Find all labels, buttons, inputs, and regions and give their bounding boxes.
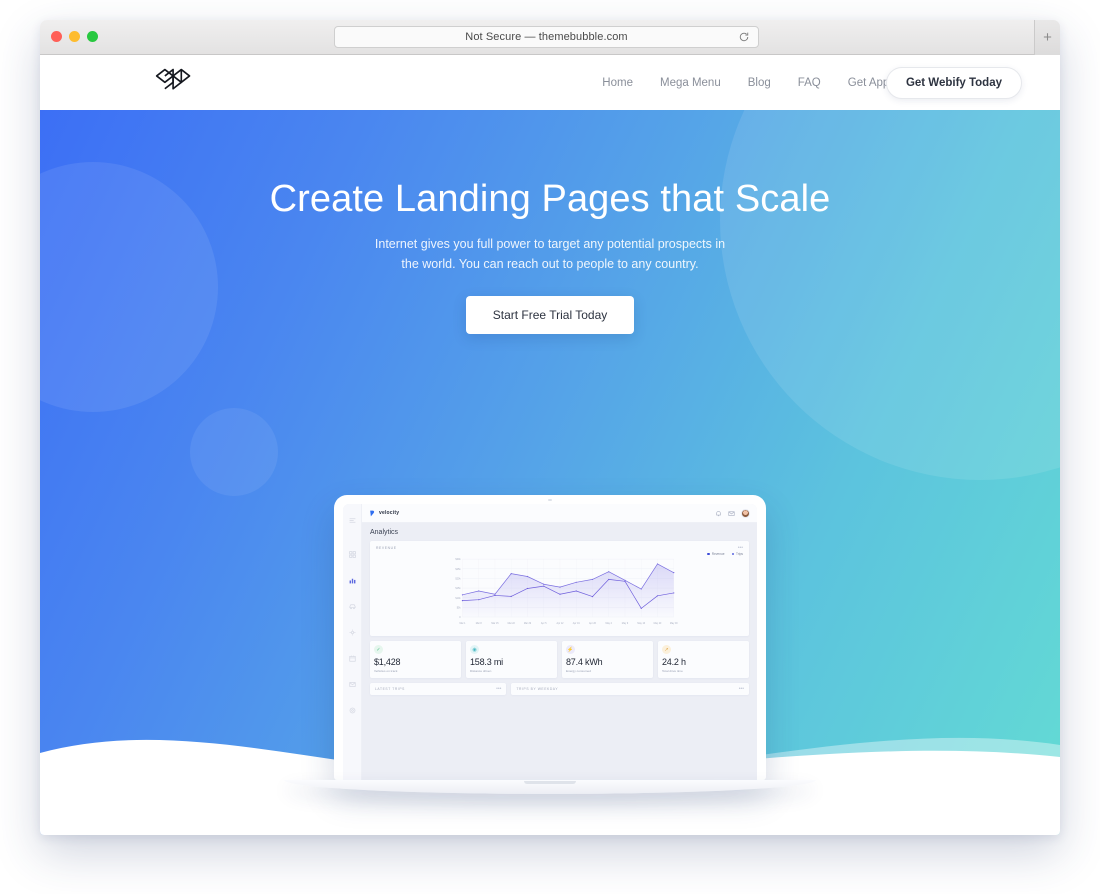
stat-value: $1,428	[374, 657, 401, 667]
nav-item-blog[interactable]: Blog	[748, 77, 771, 89]
velocity-logo[interactable]: velocity	[369, 510, 399, 517]
menu-icon[interactable]	[349, 511, 356, 529]
more-icon[interactable]: •••	[496, 686, 501, 691]
main-nav: Home Mega Menu Blog FAQ Get App Today	[602, 77, 923, 89]
close-window-button[interactable]	[51, 31, 62, 42]
more-icon[interactable]: •••	[738, 546, 743, 551]
stat-card-distance-driven[interactable]: ◉ 158.3 mi Distance driven	[466, 641, 557, 678]
decorative-circle-small	[190, 408, 278, 496]
site-header: Home Mega Menu Blog FAQ Get App Today Ge…	[40, 55, 1060, 110]
start-free-trial-button[interactable]: Start Free Trial Today	[465, 296, 635, 334]
stat-value: 158.3 mi	[470, 657, 503, 667]
svg-text:Mar 15: Mar 15	[491, 622, 499, 625]
svg-text:Apr 26: Apr 26	[589, 622, 597, 625]
svg-text:May 16: May 16	[637, 623, 645, 625]
svg-text:Apr 5: Apr 5	[541, 622, 547, 625]
svg-text:Apr 19: Apr 19	[573, 622, 581, 625]
laptop-camera	[548, 499, 552, 501]
sidebar-item-inbox[interactable]	[348, 675, 356, 693]
stat-label: Total drive time	[662, 668, 683, 673]
stat-value: 87.4 kWh	[566, 657, 603, 667]
nav-item-faq[interactable]: FAQ	[798, 77, 821, 89]
dashboard-content: Analytics REVENUE ••• Revenue Trips 0 $5…	[362, 523, 757, 780]
laptop-mockup: velocity Analytics REVENUE ••• Revenue T…	[284, 495, 816, 794]
revenue-chart-card: REVENUE ••• Revenue Trips 0 $5k $10k $15…	[370, 541, 749, 636]
location-icon: ◉	[470, 645, 479, 654]
svg-text:$30k: $30k	[455, 559, 461, 561]
svg-text:Mar 29: Mar 29	[524, 622, 532, 625]
more-icon[interactable]: •••	[739, 686, 744, 691]
get-webify-today-button[interactable]: Get Webify Today	[885, 66, 1022, 99]
dashboard-app: velocity Analytics REVENUE ••• Revenue T…	[343, 504, 757, 780]
sidebar-item-calendar[interactable]	[348, 649, 356, 667]
dashboard-panels: LATEST TRIPS ••• TRIPS BY WEEKDAY •••	[370, 682, 749, 695]
svg-text:$5k: $5k	[457, 607, 462, 609]
stat-label: Vehicles on track	[374, 668, 398, 673]
svg-text:Mar 1: Mar 1	[459, 622, 466, 625]
browser-window: Not Secure — themebubble.com + Home Mega…	[40, 20, 1060, 835]
sidebar-item-routes[interactable]	[349, 623, 356, 641]
minimize-window-button[interactable]	[69, 31, 80, 42]
dashboard-brand-name: velocity	[379, 510, 400, 516]
stat-card-total-drive-time[interactable]: ↗ 24.2 h Total drive time	[658, 641, 749, 678]
panel-title: TRIPS BY WEEKDAY	[516, 686, 559, 691]
dashboard-page-title: Analytics	[370, 529, 399, 536]
nav-item-mega-menu[interactable]: Mega Menu	[660, 77, 721, 89]
chart-card-title: REVENUE	[376, 546, 397, 550]
traffic-lights	[51, 31, 98, 42]
stat-card-energy-consumed[interactable]: ⚡ 87.4 kWh Energy consumed	[562, 641, 653, 678]
webify-logo[interactable]	[153, 65, 195, 100]
sidebar-item-vehicles[interactable]	[349, 597, 356, 615]
sidebar-item-grid[interactable]	[348, 545, 356, 563]
dashboard-topbar: velocity	[362, 504, 757, 523]
address-bar[interactable]: Not Secure — themebubble.com	[334, 26, 759, 48]
stat-label: Energy consumed	[566, 668, 591, 673]
dashboard-main: velocity Analytics REVENUE ••• Revenue T…	[362, 504, 757, 780]
reload-icon[interactable]	[738, 31, 750, 43]
svg-text:$15k: $15k	[455, 588, 461, 590]
svg-text:$10k: $10k	[455, 598, 461, 600]
sidebar-item-settings[interactable]	[349, 701, 356, 719]
stat-value: 24.2 h	[662, 657, 686, 667]
chart-card-header: REVENUE •••	[376, 546, 743, 551]
page-title: Create Landing Pages that Scale	[269, 178, 831, 220]
panel-title: LATEST TRIPS	[375, 686, 405, 691]
svg-text:May 2: May 2	[606, 623, 613, 625]
hero-subtitle-line-2: the world. You can reach out to people t…	[401, 257, 699, 271]
sidebar-item-analytics[interactable]	[349, 571, 356, 589]
mail-icon[interactable]	[728, 510, 735, 517]
svg-text:0: 0	[459, 617, 461, 619]
revenue-line-chart: 0 $5k $10k $15k $20k $25k $30k Mar 1 Mar 8 Mar 15…	[455, 558, 678, 625]
stat-cards: ✓ $1,428 Vehicles on track ◉ 158.3 mi Di…	[370, 641, 749, 678]
url-text: Not Secure — themebubble.com	[465, 31, 628, 43]
svg-text:Mar 22: Mar 22	[508, 622, 516, 625]
hero-subtitle-line-1: Internet gives you full power to target …	[374, 237, 726, 251]
bolt-icon: ⚡	[566, 645, 575, 654]
svg-text:May 9: May 9	[622, 623, 629, 625]
svg-text:$20k: $20k	[455, 578, 461, 580]
panel-trips-by-weekday: TRIPS BY WEEKDAY •••	[511, 682, 749, 695]
svg-text:Mar 8: Mar 8	[476, 622, 483, 625]
svg-text:May 30: May 30	[670, 623, 678, 625]
check-icon: ✓	[374, 645, 383, 654]
svg-text:Apr 12: Apr 12	[557, 622, 565, 625]
avatar[interactable]	[741, 508, 750, 518]
stat-label: Distance driven	[470, 668, 492, 673]
laptop-screen: velocity Analytics REVENUE ••• Revenue T…	[334, 495, 766, 780]
laptop-base	[284, 780, 816, 794]
hero-section: Create Landing Pages that Scale Internet…	[40, 110, 1060, 835]
new-tab-button[interactable]: +	[1034, 20, 1060, 55]
nav-item-home[interactable]: Home	[602, 77, 633, 89]
maximize-window-button[interactable]	[87, 31, 98, 42]
trend-icon: ↗	[662, 645, 671, 654]
bell-icon[interactable]	[715, 510, 722, 517]
hero-content: Create Landing Pages that Scale Internet…	[40, 110, 1060, 334]
browser-chrome: Not Secure — themebubble.com +	[40, 20, 1060, 55]
svg-text:$25k: $25k	[455, 569, 461, 571]
dashboard-topbar-actions	[715, 508, 750, 518]
panel-latest-trips: LATEST TRIPS •••	[370, 682, 507, 695]
dashboard-sidebar	[343, 504, 362, 780]
svg-text:May 23: May 23	[654, 623, 662, 625]
stat-card-vehicles-on-track[interactable]: ✓ $1,428 Vehicles on track	[370, 641, 461, 678]
